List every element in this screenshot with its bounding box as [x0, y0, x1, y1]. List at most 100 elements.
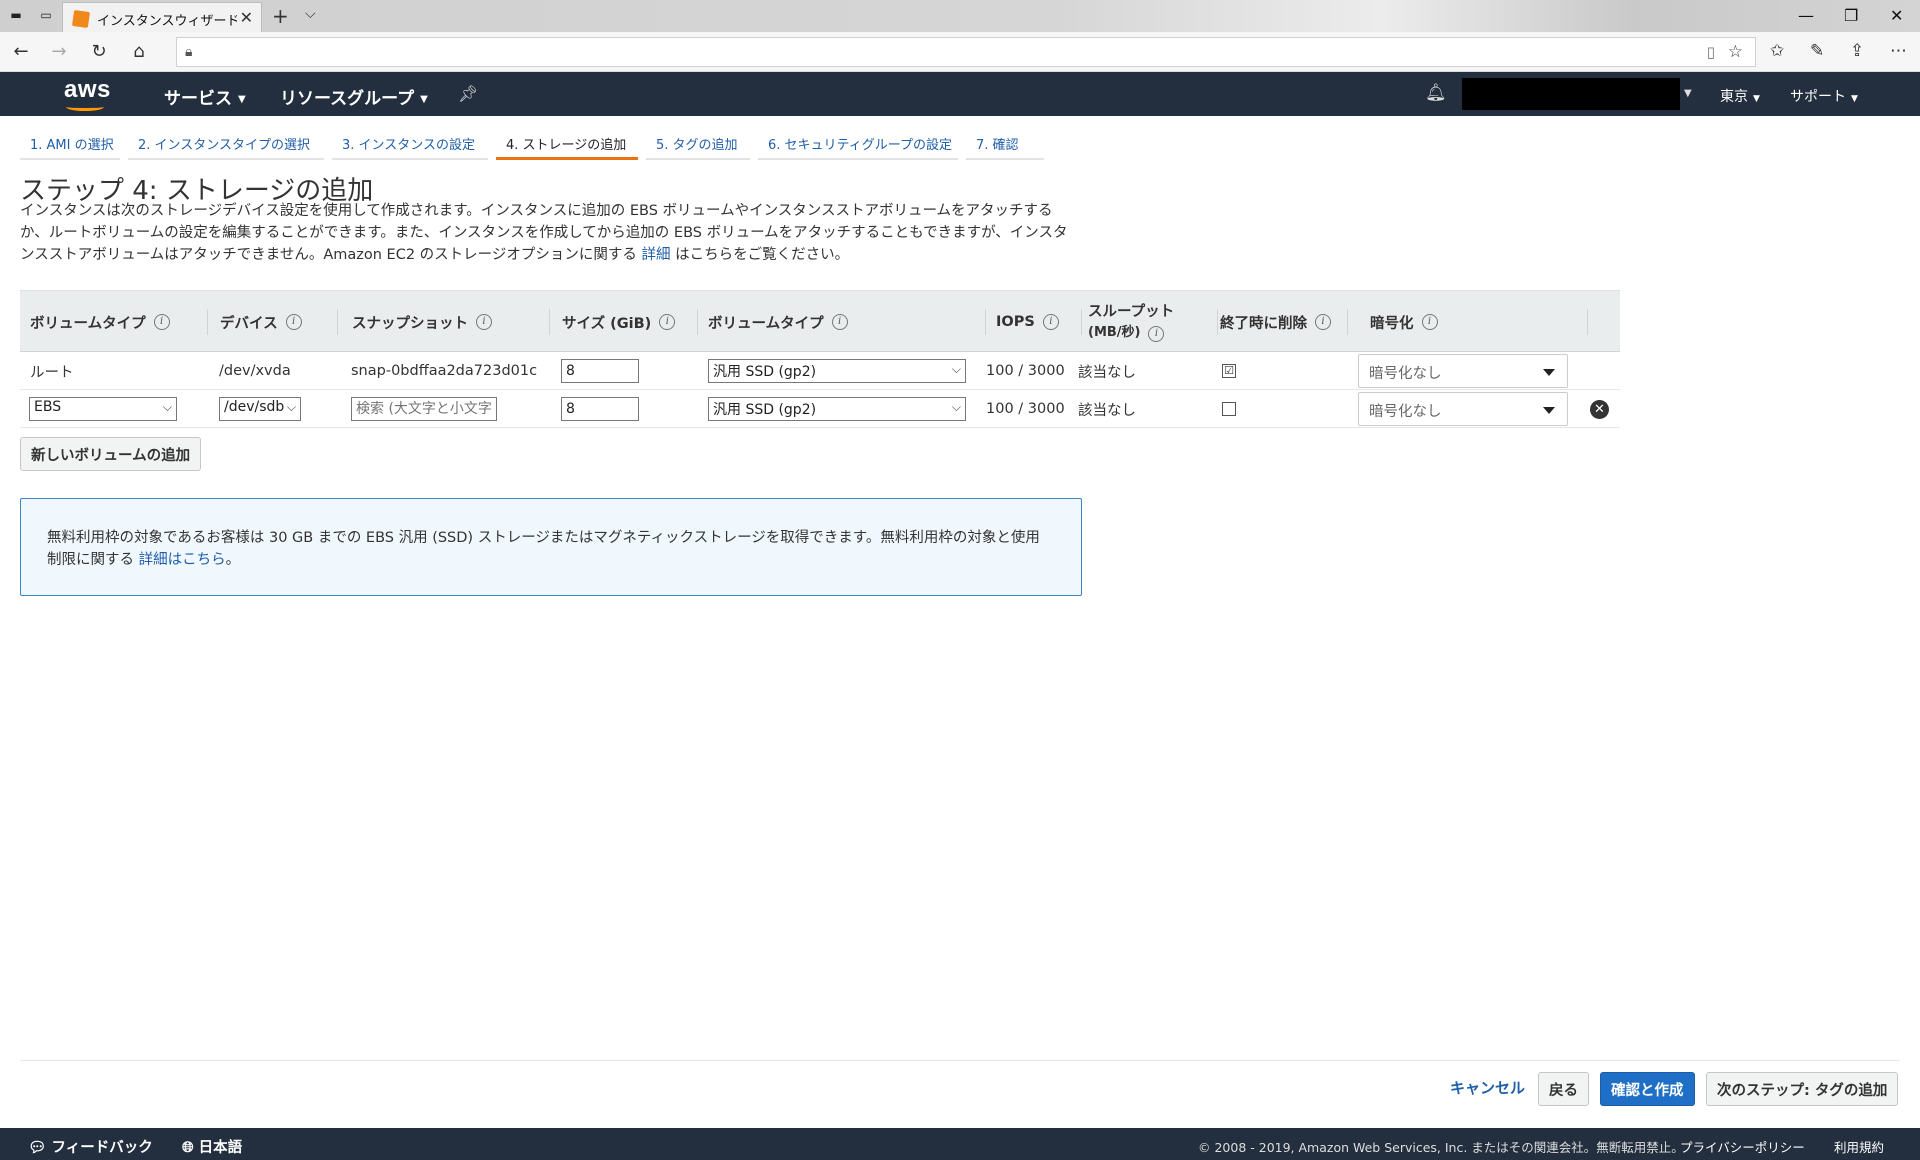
- header-label-unit: (MB/秒) i: [1088, 322, 1174, 343]
- pen-icon[interactable]: ✎: [1810, 41, 1824, 61]
- header-label: IOPS: [996, 314, 1035, 330]
- next-add-tags-button[interactable]: 次のステップ: タグの追加: [1706, 1072, 1899, 1106]
- info-icon[interactable]: i: [1148, 325, 1165, 342]
- step-add-tags[interactable]: 5. タグの追加: [646, 128, 750, 160]
- back-button[interactable]: 戻る: [1538, 1072, 1589, 1106]
- share-icon[interactable]: ⇪: [1850, 41, 1864, 61]
- reading-view-icon[interactable]: ▯: [1707, 43, 1715, 61]
- cell-iops: 100 / 3000: [986, 363, 1065, 379]
- language-label: 日本語: [198, 1140, 243, 1156]
- privacy-policy-link[interactable]: プライバシーポリシー: [1680, 1137, 1805, 1156]
- details-link[interactable]: 詳細: [642, 247, 671, 263]
- region-menu[interactable]: 東京 ▼: [1720, 86, 1760, 106]
- globe-icon: 🌐︎: [182, 1140, 194, 1156]
- review-and-launch-button[interactable]: 確認と作成: [1600, 1072, 1695, 1106]
- device-select[interactable]: /dev/sdb ⌵: [219, 397, 301, 421]
- account-caret-icon[interactable]: ▼: [1684, 88, 1692, 99]
- cell-volume-type: EBS ⌵: [29, 390, 177, 428]
- add-new-volume-button[interactable]: 新しいボリュームの追加: [20, 437, 202, 471]
- step-review[interactable]: 7. 確認: [966, 128, 1044, 160]
- cell-size: [561, 352, 639, 390]
- more-icon[interactable]: ⋯: [1890, 41, 1907, 61]
- services-menu[interactable]: サービス ▼: [164, 84, 246, 109]
- restore-icon[interactable]: ❐: [1844, 6, 1858, 25]
- info-icon[interactable]: i: [659, 314, 676, 330]
- account-menu-redacted[interactable]: [1462, 78, 1680, 110]
- step-security-group[interactable]: 6. セキュリティグループの設定: [758, 128, 958, 160]
- url-input[interactable]: 🔒︎ ▯ ☆: [176, 37, 1756, 67]
- column-divider: [697, 309, 698, 335]
- info-icon[interactable]: i: [1315, 314, 1331, 330]
- tab-list-chevron-icon[interactable]: ⌵: [305, 6, 316, 22]
- notice-text-part: 制限に関する: [47, 552, 139, 568]
- caret-down-icon: [1543, 369, 1555, 376]
- volume-kind-select[interactable]: 汎用 SSD (gp2) ⌵: [708, 397, 966, 421]
- header-label: サイズ (GiB): [562, 315, 652, 332]
- step-configure-instance[interactable]: 3. インスタンスの設定: [332, 128, 488, 160]
- info-icon[interactable]: i: [831, 314, 848, 330]
- forward-arrow-icon[interactable]: →: [48, 41, 70, 62]
- select-value: 汎用 SSD (gp2): [713, 402, 817, 418]
- home-icon[interactable]: ⌂: [128, 41, 150, 62]
- encryption-select[interactable]: 暗号化なし: [1358, 392, 1568, 426]
- tab-preview-icon[interactable]: ▭: [38, 8, 54, 22]
- cell-delete-on-termination: [1222, 390, 1236, 428]
- speech-bubble-icon: 💬︎: [28, 1140, 47, 1156]
- volume-type-select[interactable]: EBS ⌵: [29, 397, 177, 421]
- info-icon[interactable]: i: [476, 314, 492, 330]
- console-footer: 💬︎ フィードバック 🌐︎ 日本語 © 2008 - 2019, Amazon …: [0, 1128, 1920, 1160]
- new-tab-icon[interactable]: +: [272, 4, 289, 28]
- chevron-down-icon: ⌵: [951, 362, 961, 376]
- tab-close-icon[interactable]: ✕: [240, 8, 253, 27]
- step-ami[interactable]: 1. AMI の選択: [20, 128, 120, 160]
- terms-of-use-link[interactable]: 利用規約: [1834, 1137, 1884, 1156]
- caret-down-icon: [1543, 407, 1555, 414]
- aws-logo[interactable]: aws: [64, 76, 111, 111]
- header-snapshot: スナップショット i: [352, 291, 550, 353]
- back-arrow-icon[interactable]: ←: [10, 41, 32, 62]
- bell-icon[interactable]: 🔔︎: [1425, 83, 1447, 103]
- info-icon[interactable]: i: [1421, 314, 1438, 330]
- cell-snapshot: snap-0bdffaa2da723d01c: [351, 363, 538, 379]
- aws-console-header: aws サービス ▼ リソースグループ ▼ 📌︎ 🔔︎ ▼ 東京 ▼ サポート ▼: [0, 72, 1920, 116]
- snapshot-search-input[interactable]: [351, 397, 497, 421]
- favorites-list-icon[interactable]: ✩: [1770, 41, 1784, 61]
- cell-size: [561, 390, 639, 428]
- encryption-select[interactable]: 暗号化なし: [1358, 354, 1568, 388]
- lock-icon: 🔒︎: [185, 44, 193, 60]
- action-bar-divider: [20, 1060, 1900, 1061]
- refresh-icon[interactable]: ↻: [88, 41, 110, 62]
- window-close-icon[interactable]: ✕: [1890, 6, 1903, 25]
- favorite-star-icon[interactable]: ☆: [1728, 42, 1743, 62]
- language-selector[interactable]: 🌐︎ 日本語: [182, 1136, 242, 1157]
- info-icon[interactable]: i: [153, 314, 170, 330]
- caret-down-icon: ▼: [1851, 94, 1858, 104]
- size-input[interactable]: [561, 397, 639, 421]
- minimize-icon[interactable]: —: [1798, 6, 1814, 25]
- header-iops: IOPS i: [996, 291, 1082, 353]
- free-tier-details-link[interactable]: 詳細はこちら: [139, 552, 226, 568]
- browser-tab[interactable]: インスタンスウィザードを起動 ✕: [62, 2, 262, 32]
- remove-volume-icon[interactable]: ✕: [1590, 399, 1609, 419]
- caret-down-icon: ▼: [238, 94, 246, 105]
- size-input[interactable]: [561, 359, 639, 383]
- cell-encryption: 暗号化なし: [1358, 390, 1568, 428]
- header-label: スナップショット: [352, 315, 468, 332]
- window-menu-icon[interactable]: ▬: [8, 8, 24, 22]
- delete-on-termination-checkbox[interactable]: [1222, 402, 1236, 416]
- step-instance-type[interactable]: 2. インスタンスタイプの選択: [128, 128, 324, 160]
- feedback-link[interactable]: 💬︎ フィードバック: [28, 1136, 153, 1157]
- select-value: EBS: [34, 399, 62, 415]
- support-menu[interactable]: サポート ▼: [1790, 86, 1858, 106]
- pin-icon[interactable]: 📌︎: [458, 84, 478, 103]
- resource-groups-menu[interactable]: リソースグループ ▼: [280, 84, 428, 109]
- header-size: サイズ (GiB) i: [562, 291, 698, 353]
- volume-kind-select[interactable]: 汎用 SSD (gp2) ⌵: [708, 359, 966, 383]
- info-icon[interactable]: i: [1042, 314, 1059, 330]
- delete-on-termination-checkbox[interactable]: ☑: [1222, 364, 1236, 378]
- cell-snapshot: [351, 390, 497, 428]
- info-icon[interactable]: i: [285, 314, 302, 330]
- step-add-storage[interactable]: 4. ストレージの追加: [496, 128, 638, 160]
- column-divider: [1081, 309, 1082, 335]
- cancel-link[interactable]: キャンセル: [1450, 1077, 1525, 1098]
